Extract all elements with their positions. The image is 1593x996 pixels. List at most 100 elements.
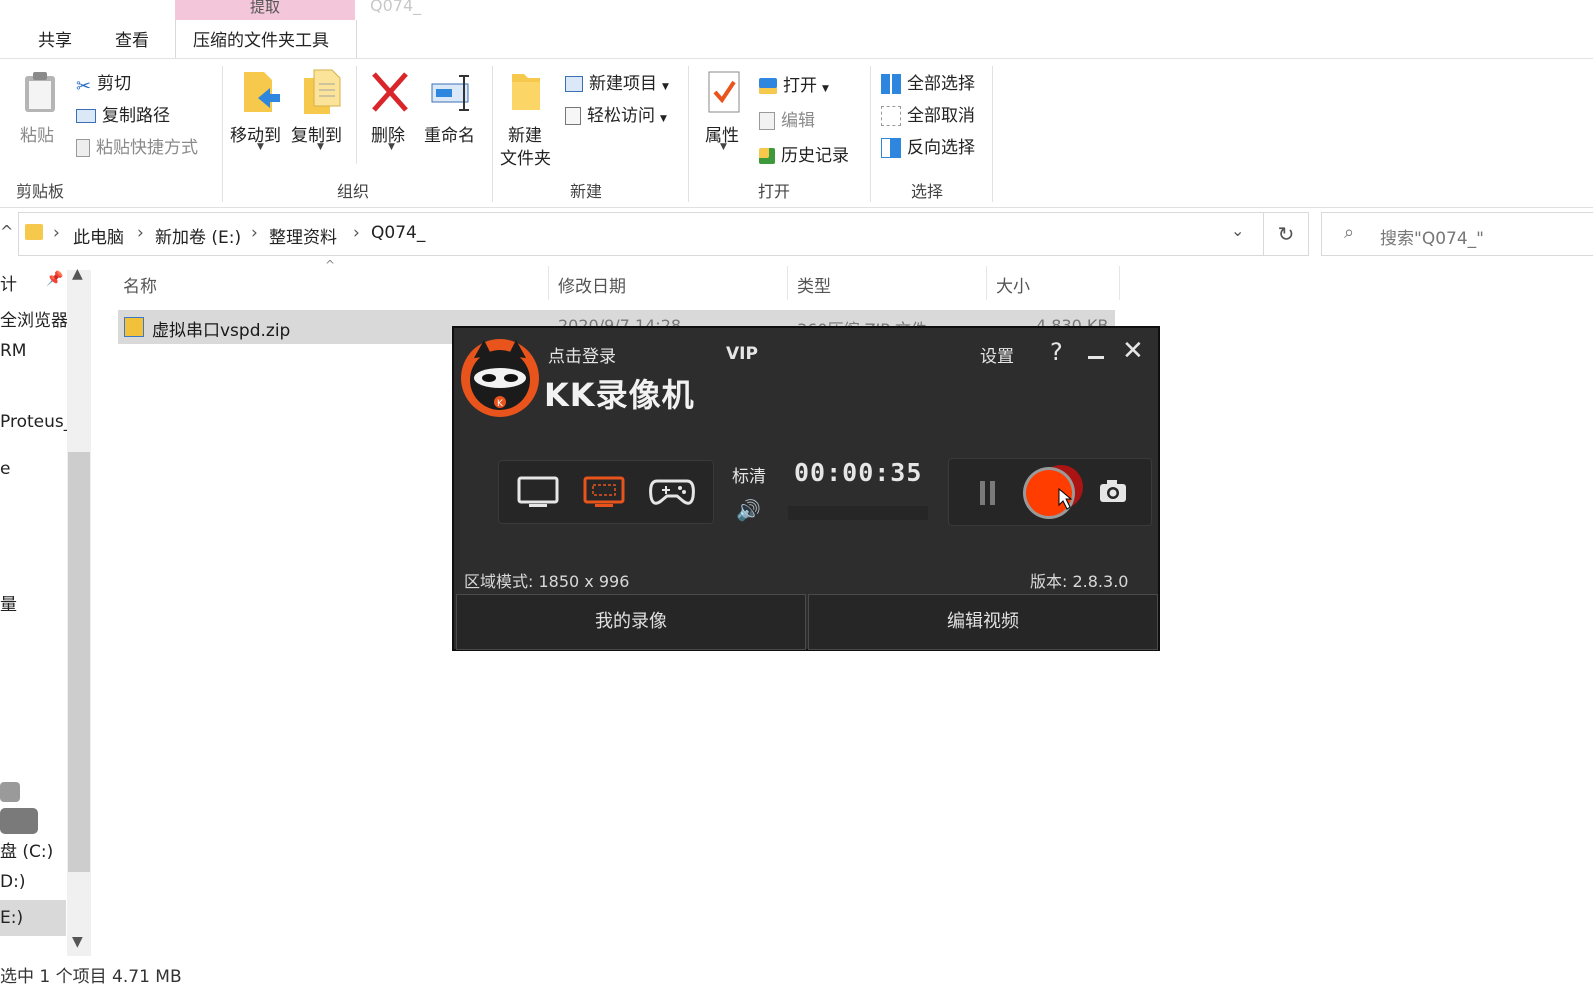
- paste-shortcut-button[interactable]: 粘贴快捷方式: [76, 133, 198, 158]
- context-tab-extract[interactable]: 提取: [175, 0, 355, 20]
- address-bar[interactable]: › 此电脑 › 新加卷 (E:) › 整理资料 › Q074_ ⌄: [18, 212, 1265, 256]
- column-header-name[interactable]: 名称: [123, 272, 157, 297]
- move-to-label: 移动到: [230, 126, 281, 146]
- new-item-button[interactable]: 新建项目 ▼: [565, 69, 669, 94]
- folder-icon: [25, 224, 43, 240]
- app-logo-icon: [0, 780, 40, 836]
- breadcrumb-separator-icon: ›: [53, 223, 60, 243]
- breadcrumb-folder[interactable]: 整理资料: [269, 223, 337, 248]
- dropdown-arrow-icon: ▼: [317, 142, 324, 152]
- kk-quality-select[interactable]: 标清: [732, 462, 766, 487]
- nav-drive-d[interactable]: D:): [0, 872, 25, 892]
- dropdown-arrow-icon: ▼: [388, 142, 395, 152]
- new-item-label: 新建项目: [589, 74, 657, 94]
- scroll-up-icon[interactable]: ▲: [72, 266, 83, 282]
- cut-button[interactable]: ✂ 剪切: [76, 69, 132, 97]
- pin-icon[interactable]: 📌: [46, 271, 63, 287]
- copy-to-button[interactable]: [300, 68, 342, 120]
- minimize-icon[interactable]: [1088, 356, 1104, 359]
- game-mode-icon[interactable]: [649, 475, 695, 513]
- search-input[interactable]: ⌕ 搜索"Q074_": [1321, 212, 1593, 256]
- chevron-down-icon[interactable]: ⌄: [1231, 221, 1244, 240]
- column-separator[interactable]: [787, 266, 788, 300]
- column-header-type[interactable]: 类型: [797, 272, 831, 297]
- breadcrumb-this-pc[interactable]: 此电脑: [73, 223, 124, 248]
- kk-login-link[interactable]: 点击登录: [548, 342, 616, 367]
- fullscreen-mode-icon[interactable]: [517, 475, 559, 513]
- new-folder-label-1: 新建: [508, 126, 542, 146]
- nav-item[interactable]: 量: [0, 590, 17, 615]
- history-button[interactable]: 历史记录: [759, 141, 849, 166]
- group-label-new: 新建: [570, 182, 603, 201]
- group-separator: [222, 66, 223, 202]
- group-label-open: 打开: [758, 182, 791, 201]
- kk-app-title: KK录像机: [544, 376, 695, 414]
- pause-icon[interactable]: [979, 481, 997, 509]
- search-placeholder: 搜索"Q074_": [1380, 229, 1484, 249]
- refresh-icon: ↻: [1277, 222, 1295, 246]
- screenshot-camera-icon[interactable]: [1099, 479, 1127, 507]
- move-to-button[interactable]: [240, 68, 282, 120]
- column-separator[interactable]: [1119, 266, 1120, 300]
- column-separator[interactable]: [986, 266, 987, 300]
- nav-item[interactable]: RM: [0, 341, 26, 361]
- breadcrumb-separator-icon: ›: [137, 223, 144, 243]
- kk-settings-button[interactable]: 设置: [980, 342, 1014, 367]
- scroll-down-icon[interactable]: ▼: [72, 934, 83, 950]
- paste-button[interactable]: [22, 70, 58, 118]
- nav-item[interactable]: e: [0, 459, 10, 479]
- copy-path-button[interactable]: 复制路径: [76, 101, 170, 126]
- window-title: Q074_: [370, 0, 422, 15]
- select-all-label: 全部选择: [907, 74, 975, 94]
- record-button[interactable]: [1021, 463, 1091, 529]
- breadcrumb-volume-e[interactable]: 新加卷 (E:): [155, 223, 241, 248]
- edit-video-button[interactable]: 编辑视频: [808, 594, 1158, 650]
- my-recordings-button[interactable]: 我的录像: [456, 594, 806, 650]
- nav-item[interactable]: Proteus_: [0, 412, 72, 432]
- dropdown-arrow-icon: ▼: [822, 84, 829, 94]
- kk-vip-badge[interactable]: VIP: [726, 344, 758, 364]
- tab-compressed-tools[interactable]: 压缩的文件夹工具: [193, 26, 329, 51]
- group-label-organize: 组织: [337, 182, 370, 201]
- kk-timer: 00:00:35: [794, 458, 923, 487]
- kk-record-panel: [948, 458, 1152, 526]
- up-arrow-icon[interactable]: ^: [0, 222, 13, 241]
- tab-share[interactable]: 共享: [38, 26, 72, 51]
- nav-drive-c[interactable]: 盘 (C:): [0, 837, 53, 862]
- kk-help-button[interactable]: ?: [1050, 338, 1063, 366]
- open-button[interactable]: 打开 ▼: [759, 71, 829, 96]
- close-icon[interactable]: ✕: [1122, 336, 1144, 366]
- nav-item[interactable]: 全浏览器: [0, 306, 68, 331]
- breadcrumb-separator-icon: ›: [353, 223, 360, 243]
- properties-button[interactable]: [706, 70, 742, 118]
- breadcrumb-current[interactable]: Q074_: [371, 223, 425, 243]
- open-folder-icon: [759, 78, 777, 94]
- nav-scrollbar-thumb[interactable]: [68, 452, 90, 872]
- history-label: 历史记录: [781, 146, 849, 166]
- rename-button[interactable]: [430, 72, 474, 116]
- kk-recorder-window[interactable]: K 点击登录 VIP 设置 ? ✕ KK录像机 标清 🔊 00:00:35 区域…: [452, 326, 1160, 651]
- group-label-select: 选择: [911, 182, 944, 201]
- paste-shortcut-icon: [76, 139, 90, 157]
- select-all-button[interactable]: 全部选择: [881, 69, 975, 94]
- refresh-button[interactable]: ↻: [1263, 212, 1309, 256]
- nav-item[interactable]: 计: [0, 270, 17, 295]
- rename-label: 重命名: [424, 126, 475, 146]
- copy-path-icon: [76, 109, 96, 123]
- column-separator[interactable]: [548, 266, 549, 300]
- breadcrumb-separator-icon: ›: [251, 223, 258, 243]
- group-separator: [992, 66, 993, 202]
- cut-label: 剪切: [97, 74, 132, 94]
- group-label-clipboard: 剪贴板: [16, 182, 65, 201]
- group-separator: [870, 66, 871, 202]
- delete-button[interactable]: [370, 70, 410, 118]
- invert-selection-icon: [881, 138, 901, 158]
- nav-drive-e[interactable]: E:): [0, 908, 23, 928]
- region-mode-icon[interactable]: [583, 475, 625, 513]
- new-folder-button[interactable]: [508, 70, 544, 118]
- new-folder-icon: [512, 74, 540, 110]
- column-header-size[interactable]: 大小: [996, 272, 1030, 297]
- tab-view[interactable]: 查看: [115, 26, 149, 51]
- column-header-date[interactable]: 修改日期: [558, 272, 626, 297]
- volume-icon[interactable]: 🔊: [736, 498, 761, 522]
